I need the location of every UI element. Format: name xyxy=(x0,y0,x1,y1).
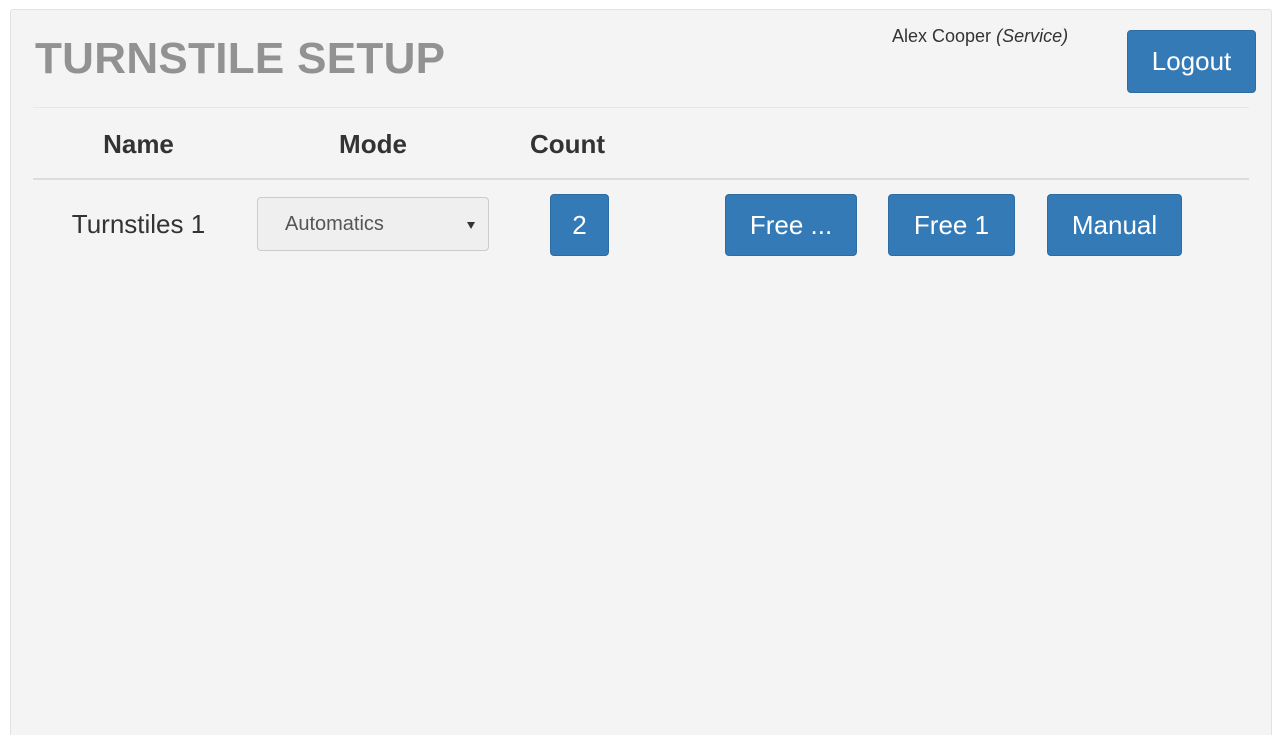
manual-button[interactable]: Manual xyxy=(1047,194,1182,256)
logout-button[interactable]: Logout xyxy=(1127,30,1256,93)
column-header-count: Count xyxy=(529,129,606,159)
free-one-button[interactable]: Free 1 xyxy=(888,194,1015,256)
column-header-mode: Mode xyxy=(339,129,407,159)
user-info: Alex Cooper (Service) xyxy=(892,24,1068,48)
user-role: (Service) xyxy=(996,26,1069,46)
column-header-name: Name xyxy=(103,129,174,159)
turnstile-name: Turnstiles 1 xyxy=(71,209,206,239)
turnstile-setup-panel: TURNSTILE SETUP Alex Cooper (Service) Lo… xyxy=(10,9,1272,735)
caret-down-icon xyxy=(467,222,475,229)
table-header-divider xyxy=(33,178,1249,180)
page-title: TURNSTILE SETUP xyxy=(35,34,446,83)
user-name: Alex Cooper xyxy=(892,26,992,46)
free-ellipsis-button[interactable]: Free ... xyxy=(725,194,857,256)
mode-select[interactable]: Automatics xyxy=(257,197,489,251)
mode-select-value: Automatics xyxy=(285,213,384,235)
count-button[interactable]: 2 xyxy=(550,194,609,256)
header-divider xyxy=(33,107,1249,108)
